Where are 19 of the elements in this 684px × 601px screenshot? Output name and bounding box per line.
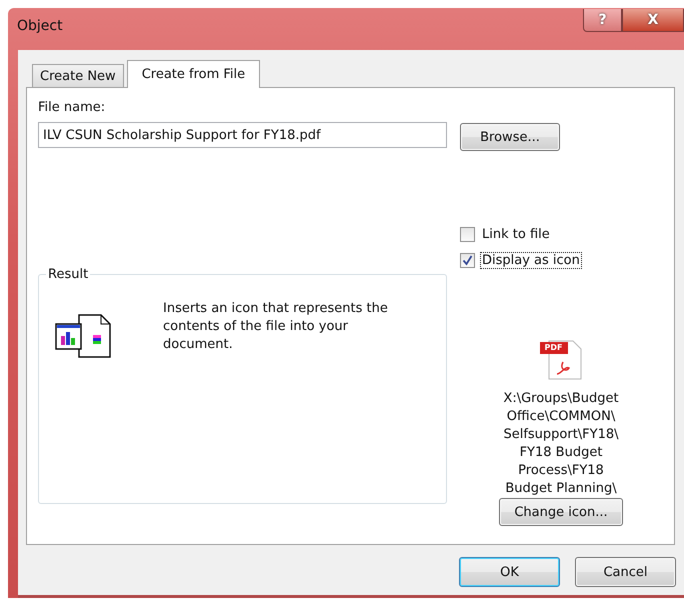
pdf-label: PDF	[544, 342, 562, 354]
tab[interactable]: Create from File	[126, 60, 260, 88]
checkbox[interactable]	[460, 226, 475, 242]
ok-button[interactable]: OK	[459, 557, 560, 587]
field-label: File name:	[38, 100, 106, 116]
checkbox-label: Display as icon	[481, 252, 581, 268]
cancel-button[interactable]: Cancel	[575, 557, 676, 587]
embedded-document-icon	[55, 314, 111, 358]
browse-button[interactable]: Browse...	[460, 123, 560, 151]
checkbox-label: Link to file	[481, 226, 551, 242]
change-icon-button[interactable]: Change icon...	[499, 498, 623, 526]
file-name-field[interactable]: ILV CSUN Scholarship Support for FY18.pdf	[38, 122, 447, 148]
result-description: Inserts an icon that represents the contents of the file into your document.	[163, 300, 389, 354]
group-title: Result	[47, 267, 90, 282]
icon-caption: X:\Groups\Budget Office\COMMON\ Selfsupport\FY18\ FY18 Budget Process\FY18 Budget Planning\	[503, 390, 619, 495]
pdf-file-icon	[539, 340, 583, 380]
window-title: Object	[17, 18, 64, 34]
tab[interactable]: Create New	[32, 64, 124, 87]
checkbox[interactable]	[460, 252, 475, 268]
